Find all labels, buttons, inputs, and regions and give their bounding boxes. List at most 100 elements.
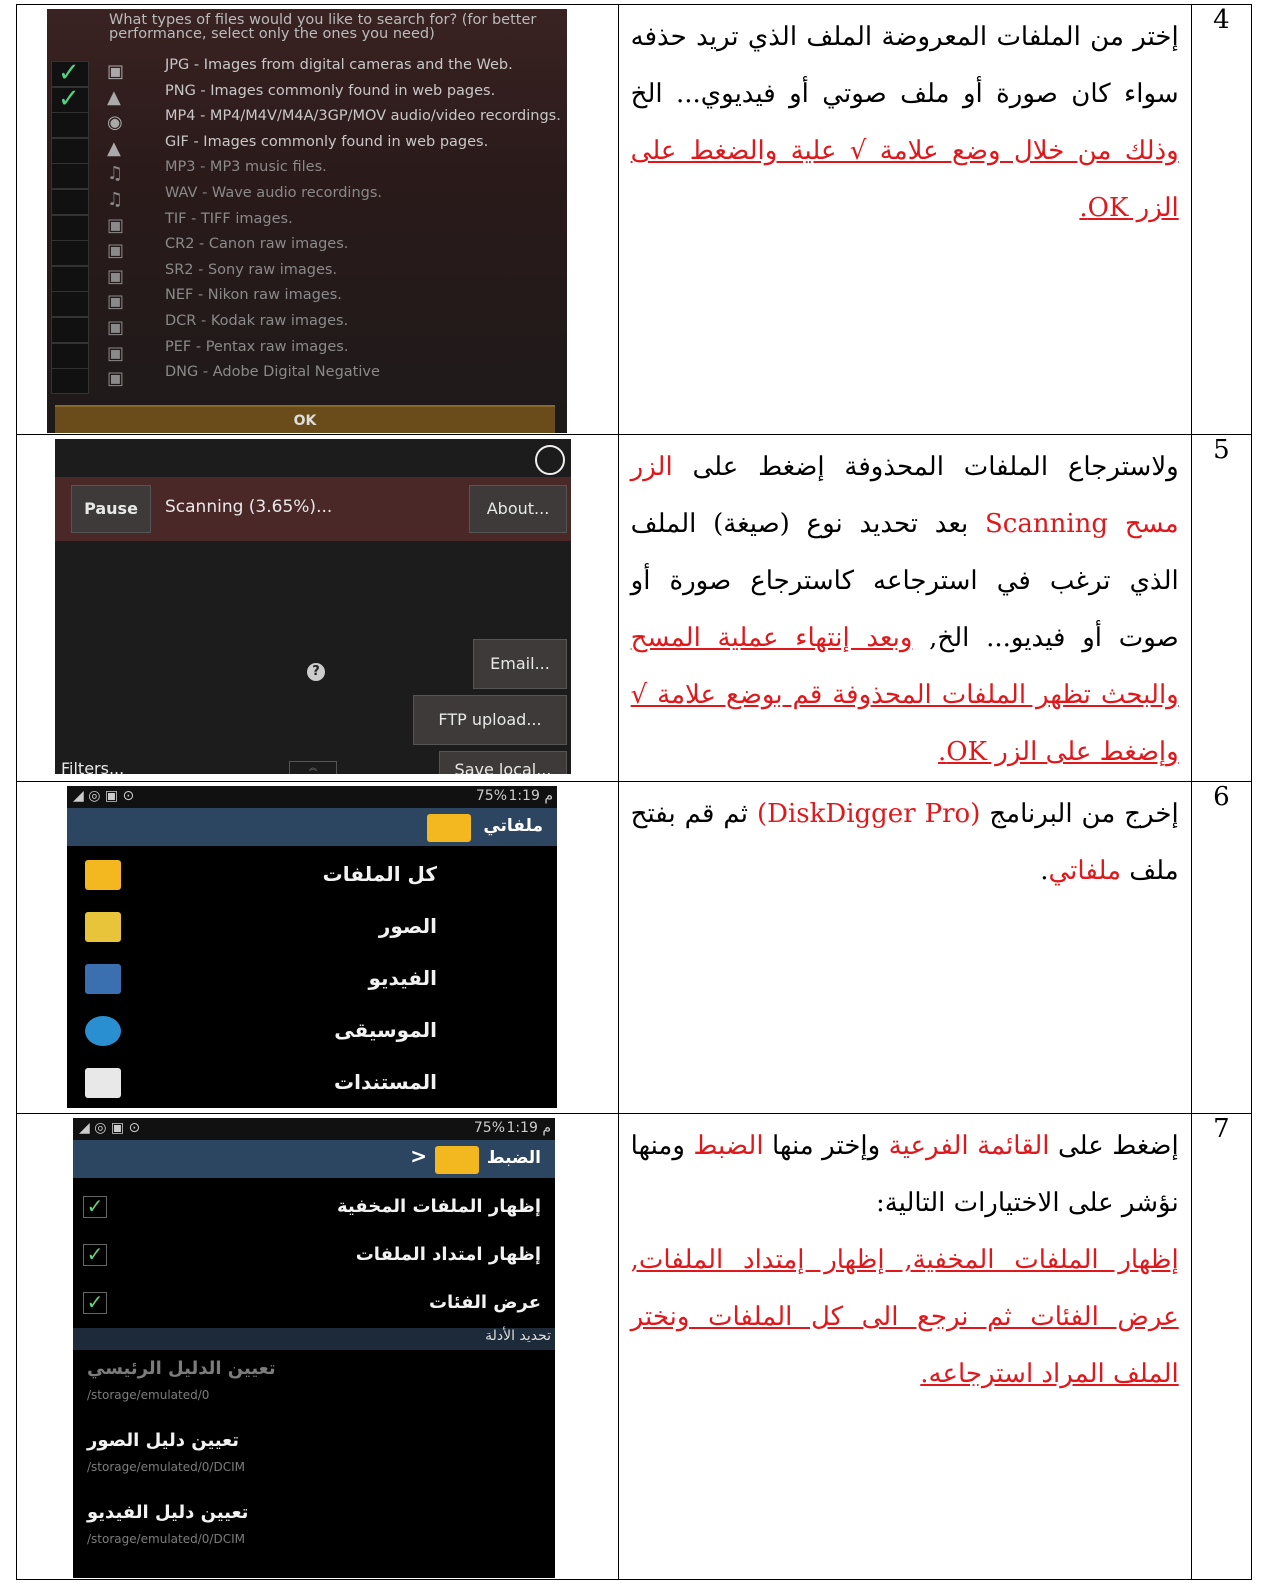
instruction-paragraph: إخرج من البرنامج (DiskDigger Pro) ثم قم … (619, 782, 1191, 900)
directory-setting[interactable]: تعيين دليل الفيديو/storage/emulated/0/DC… (73, 1498, 555, 1562)
file-type-prompt: What types of files would you like to se… (109, 12, 537, 42)
section-header: تحديد الأدلة (73, 1328, 555, 1350)
file-type-checkbox[interactable]: ✓ (51, 83, 89, 114)
file-type-checkbox[interactable] (51, 189, 89, 215)
table-row: ◢ ◎ ▣ ⊙ 75% 1:19 م الضبط < إظهار الملفات… (16, 1113, 1253, 1580)
pause-button[interactable]: Pause (71, 485, 151, 533)
settings-option-label: إظهار الملفات المخفية (337, 1196, 541, 1217)
file-type-label: DNG - Adobe Digital Negative (165, 364, 380, 381)
status-time: 1:19 م (506, 1120, 551, 1136)
file-type-checkbox[interactable] (51, 112, 89, 139)
file-type-checkbox[interactable] (51, 317, 89, 343)
checkmark-icon: ✓ (58, 58, 80, 88)
images-icon (85, 912, 121, 942)
file-type-icon: ▣ (107, 291, 125, 313)
file-type-option[interactable]: ▣ TIF - TIFF images. (47, 211, 567, 241)
file-type-option[interactable]: ▣ PEF - Pentax raw images. (47, 339, 567, 369)
file-type-selection-screenshot: What types of files would you like to se… (47, 9, 567, 433)
filters-button[interactable]: Filters... (55, 751, 157, 774)
instructions-table: What types of files would you like to se… (16, 4, 1253, 1580)
file-type-option[interactable]: ♫ WAV - Wave audio recordings. (47, 185, 567, 215)
file-type-checkbox[interactable] (51, 342, 89, 369)
instruction-text: وإختر منها (763, 1131, 889, 1161)
file-type-icon: ▣ (107, 368, 125, 390)
file-type-option[interactable]: ▣ DNG - Adobe Digital Negative (47, 364, 567, 395)
file-type-icon: ▲ (107, 86, 121, 108)
instruction-text: ولاسترجاع الملفات المحذوفة إضغط على (672, 452, 1179, 482)
file-type-option[interactable]: ▲ GIF - Images commonly found in web page… (47, 135, 567, 164)
file-type-option[interactable]: ✓ ▲ PNG - Images commonly found in web pag… (47, 83, 567, 113)
about-button[interactable]: About... (469, 485, 567, 533)
file-type-icon: ▣ (107, 342, 125, 364)
file-type-checkbox[interactable] (51, 163, 89, 190)
spinner-icon (535, 445, 565, 475)
instruction-text: إخرج من البرنامج (980, 799, 1179, 829)
instruction-highlight: وذلك من خلال وضع علامة √ علية والضغط على… (630, 136, 1179, 223)
list-item[interactable]: الصور (67, 902, 557, 954)
settings-checkbox[interactable]: ✓ (83, 1292, 107, 1314)
list-item[interactable]: كل الملفات (67, 850, 557, 902)
status-time: 1:19 م (508, 788, 553, 804)
file-type-checkbox[interactable] (51, 368, 89, 395)
list-item-label: الفيديو (368, 966, 437, 990)
file-type-label: DCR - Kodak raw images. (165, 313, 349, 329)
file-type-option[interactable]: ♫ MP3 - MP3 music files. (47, 160, 567, 190)
instruction-paragraph: إضغط على القائمة الفرعية وإختر منها الضب… (619, 1114, 1191, 1403)
email-button[interactable]: Email... (473, 639, 567, 689)
image-cell: Pause Scanning (3.65%)... About... ? Ema… (16, 434, 619, 782)
settings-screenshot: ◢ ◎ ▣ ⊙ 75% 1:19 م الضبط < إظهار الملفات… (73, 1118, 555, 1578)
app-title-bar: ملفاتي (67, 808, 557, 846)
file-type-option[interactable]: ◉ MP4 - MP4/M4V/M4A/3GP/MOV audio/video r… (47, 108, 567, 139)
settings-checkbox[interactable]: ✓ (83, 1244, 107, 1266)
instruction-highlight: الضبط (693, 1131, 764, 1161)
step-number: 6 (1190, 781, 1253, 1114)
settings-option[interactable]: إظهار الملفات المخفية ✓ (73, 1182, 555, 1234)
table-row: What types of files would you like to se… (16, 4, 1253, 435)
settings-checkbox[interactable]: ✓ (83, 1196, 107, 1218)
step-number: 7 (1190, 1113, 1253, 1580)
ok-button[interactable]: OK (55, 405, 555, 433)
table-row: ◢ ◎ ▣ ⊙ 75% 1:19 م ملفاتي كل الملفات الصو… (16, 781, 1253, 1114)
file-type-checkbox[interactable] (51, 291, 89, 318)
list-item-label: الصور (378, 914, 437, 938)
instruction-text: إختر من الملفات المعروضة الملف الذي تريد… (630, 22, 1179, 109)
checkmark-icon: ✓ (58, 83, 80, 114)
file-type-label: SR2 - Sony raw images. (165, 261, 338, 278)
save-local-button[interactable]: Save local... (439, 751, 567, 774)
list-item-label: كل الملفات (322, 862, 437, 886)
step-number: 4 (1190, 4, 1253, 435)
file-type-option[interactable]: ▣ NEF - Nikon raw images. (47, 288, 567, 318)
image-cell: What types of files would you like to se… (16, 4, 619, 435)
file-type-option[interactable]: ▣ SR2 - Sony raw images. (47, 261, 567, 292)
image-cell: ◢ ◎ ▣ ⊙ 75% 1:19 م ملفاتي كل الملفات الصو… (16, 781, 619, 1114)
file-type-option[interactable]: ✓ ▣ JPG - Images from digital cameras and … (47, 58, 567, 88)
battery-level: 75% (475, 788, 507, 804)
file-type-checkbox[interactable] (51, 265, 89, 292)
directory-setting[interactable]: تعيين دليل الصور/storage/emulated/0/DCIM (73, 1426, 555, 1490)
drawer-handle-icon[interactable]: ︽ (289, 761, 337, 774)
file-type-checkbox[interactable] (51, 137, 89, 164)
ftp-upload-button[interactable]: FTP upload... (413, 695, 567, 745)
list-item[interactable]: المستندات (67, 1058, 557, 1108)
file-type-icon: ▣ (107, 265, 125, 287)
list-item[interactable]: الفيديو (67, 954, 557, 1006)
status-bar: ◢ ◎ ▣ ⊙ 75% 1:19 م (73, 1118, 555, 1140)
directory-path: /storage/emulated/0 (87, 1388, 210, 1402)
file-type-option[interactable]: ▣ DCR - Kodak raw images. (47, 313, 567, 343)
list-item[interactable]: الموسيقى (67, 1006, 557, 1058)
settings-option[interactable]: عرض الفئات ✓ (73, 1278, 555, 1330)
instruction-highlight: (DiskDigger Pro) (756, 799, 981, 829)
settings-option[interactable]: إظهار امتداد الملفات ✓ (73, 1230, 555, 1282)
file-type-icon: ◉ (107, 112, 123, 134)
file-type-label: MP4 - MP4/M4V/M4A/3GP/MOV audio/video re… (165, 108, 561, 125)
instruction-text-cell: إختر من الملفات المعروضة الملف الذي تريد… (617, 4, 1192, 435)
file-type-label: WAV - Wave audio recordings. (165, 185, 383, 201)
file-type-checkbox[interactable] (51, 240, 89, 267)
help-icon[interactable]: ? (307, 663, 325, 681)
directory-setting[interactable]: تعيين الدليل الرئيسي/storage/emulated/0 (73, 1354, 555, 1418)
instruction-text: إضغط على (1049, 1131, 1179, 1161)
page-title: الضبط (486, 1148, 541, 1168)
back-chevron-icon[interactable]: < (410, 1144, 427, 1168)
file-type-option[interactable]: ▣ CR2 - Canon raw images. (47, 237, 567, 267)
file-type-checkbox[interactable] (51, 214, 89, 241)
